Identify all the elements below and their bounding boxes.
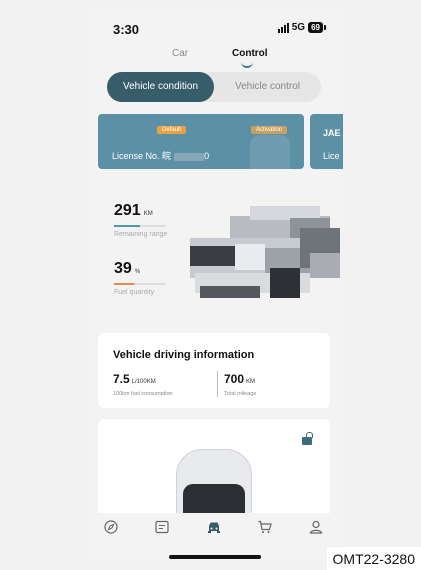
vehicle-card-next[interactable]: JAE Lice xyxy=(310,114,343,169)
fuel-value: 39 xyxy=(114,260,132,277)
total-mileage-metric: 700 KM Total mileage xyxy=(224,370,256,397)
network-type: 5G xyxy=(291,22,306,33)
vehicle-condition-panel: 291 KM Remaining range 39% Fuel quantity xyxy=(98,180,343,325)
vehicle-card-carousel[interactable]: Default Activation License No. 皖 0 JAE Li… xyxy=(98,114,343,170)
segment-vehicle-control[interactable]: Vehicle control xyxy=(214,72,321,102)
car-icon[interactable] xyxy=(206,519,222,535)
phone-screen: 3:30 5G 69 Car Control Vehicle condition… xyxy=(86,10,343,563)
driving-info-card[interactable]: Vehicle driving information 7.5 L/100KM 1… xyxy=(98,333,330,408)
fuel-label: Fuel quantity xyxy=(114,289,155,296)
range-unit: KM xyxy=(143,211,153,217)
consumption-label: 100km fuel consumption xyxy=(113,391,173,397)
status-time: 3:30 xyxy=(113,22,140,37)
car-rear-image xyxy=(250,135,290,169)
remaining-range: 291 KM Remaining range xyxy=(114,202,167,238)
tab-car[interactable]: Car xyxy=(172,48,188,59)
lock-icon[interactable] xyxy=(302,432,313,445)
consumption-value: 7.5 xyxy=(113,372,130,386)
vehicle-card-next-license: Lice xyxy=(323,151,340,161)
segmented-control: Vehicle condition Vehicle control xyxy=(107,72,321,102)
status-indicators: 5G 69 xyxy=(277,22,326,33)
home-indicator[interactable] xyxy=(169,555,261,559)
tab-control[interactable]: Control xyxy=(232,48,268,59)
license-plate-redacted xyxy=(174,152,205,161)
battery-icon: 69 xyxy=(308,22,326,33)
range-label: Remaining range xyxy=(114,231,168,238)
license-suffix: 0 xyxy=(204,151,210,161)
compass-icon[interactable] xyxy=(103,519,119,535)
message-icon[interactable] xyxy=(154,519,170,535)
cart-icon[interactable] xyxy=(257,519,273,535)
default-badge: Default xyxy=(157,126,187,134)
consumption-unit: L/100KM xyxy=(131,379,156,385)
range-value: 291 xyxy=(114,202,141,219)
license-number: License No. 皖 0 xyxy=(112,149,209,162)
user-icon[interactable] xyxy=(308,519,324,535)
figure-caption: OMT22-3280 xyxy=(326,547,421,570)
range-bar xyxy=(114,225,166,227)
license-label: License No. xyxy=(112,151,160,161)
fuel-consumption-metric: 7.5 L/100KM 100km fuel consumption xyxy=(113,370,173,397)
driving-info-title: Vehicle driving information xyxy=(113,349,255,361)
car-image xyxy=(190,206,340,298)
tab-active-indicator xyxy=(241,61,253,68)
status-bar: 3:30 5G 69 xyxy=(86,10,343,48)
segment-vehicle-condition[interactable]: Vehicle condition xyxy=(107,72,214,102)
vehicle-card-next-title: JAE xyxy=(323,128,341,138)
top-tabs: Car Control xyxy=(86,48,343,68)
mileage-label: Total mileage xyxy=(224,391,257,397)
license-prefix: 皖 xyxy=(162,151,172,161)
bottom-nav xyxy=(86,513,343,541)
signal-icon xyxy=(277,22,289,33)
mileage-unit: KM xyxy=(246,379,256,385)
mileage-value: 700 xyxy=(224,372,245,386)
fuel-bar xyxy=(114,283,166,285)
activation-badge: Activation xyxy=(251,126,288,134)
fuel-quantity: 39% Fuel quantity xyxy=(114,260,166,296)
vehicle-card[interactable]: Default Activation License No. 皖 0 xyxy=(98,114,304,169)
fuel-unit: % xyxy=(134,269,141,275)
metric-divider xyxy=(217,371,218,397)
